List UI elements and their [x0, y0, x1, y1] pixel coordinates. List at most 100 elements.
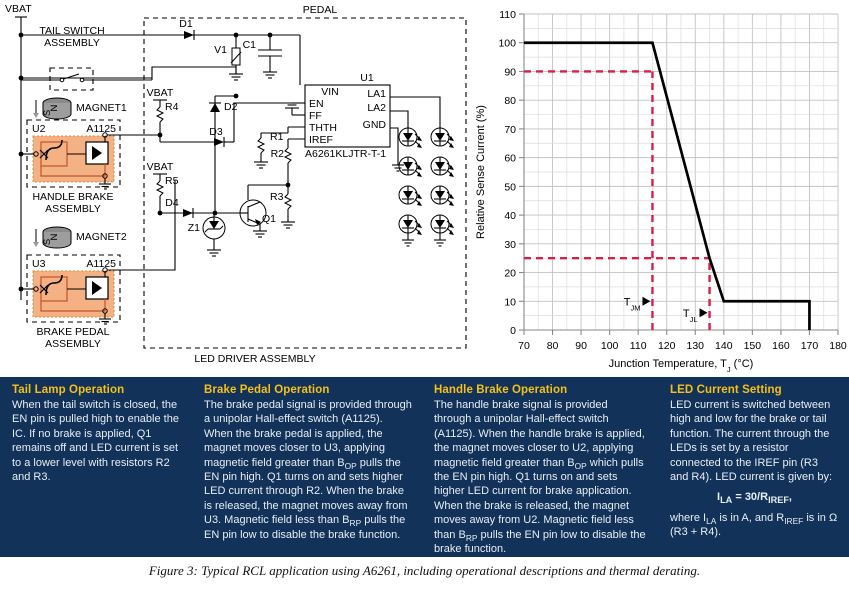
- desc-column-handle-brake: Handle Brake Operation The handle brake …: [422, 383, 658, 557]
- z1-label: Z1: [188, 222, 200, 234]
- x-tick-label-90: 90: [575, 340, 587, 352]
- thermal-derating-chart: 0 10 20 30 40 50 60 70 80 90 100 110 70 80 90 100 110 120…: [470, 0, 849, 372]
- x-axis-label: Junction Temperature, TJ (°C): [609, 358, 754, 372]
- y-tick-label-40: 40: [504, 210, 516, 222]
- u1-pin-ff: FF: [309, 110, 322, 122]
- magnet2-pole-s: S: [42, 239, 53, 245]
- tail-switch-label-1: TAIL SWITCH: [39, 25, 104, 37]
- x-tick-label-140: 140: [715, 340, 733, 352]
- led-driver-assembly-label: LED DRIVER ASSEMBLY: [194, 353, 315, 365]
- r4-label: R4: [165, 101, 179, 113]
- u3-ref-label: U3: [32, 258, 46, 270]
- c1-label: C1: [243, 39, 257, 51]
- d1-label: D1: [179, 18, 193, 30]
- u1-pin-thth: THTH: [309, 122, 337, 134]
- u1-ref-label: U1: [360, 72, 374, 84]
- y-tick-label-50: 50: [504, 181, 516, 193]
- eqn-1-sub: LA: [706, 515, 717, 526]
- y-tick-label-100: 100: [498, 38, 516, 50]
- u1-pin-en: EN: [309, 98, 324, 110]
- eqn-1: where I: [670, 511, 707, 524]
- hb-sub-rp: RP: [465, 532, 478, 543]
- x-tick-label-100: 100: [601, 340, 619, 352]
- r2-label: R2: [271, 148, 285, 160]
- circuit-diagram: PEDAL LED DRIVER ASSEMBLY VBAT D1 V1 C1 …: [0, 0, 470, 372]
- magnet1-label: MAGNET1: [76, 102, 127, 114]
- bp-sub-op: OP: [344, 460, 357, 471]
- y-tick-label-30: 30: [504, 239, 516, 251]
- d4-label: D4: [165, 197, 179, 209]
- u1-part-number: A6261KLJTR-T-1: [305, 148, 386, 160]
- eq-rhs-sub: IREF: [768, 495, 789, 506]
- brake-pedal-label-1: BRAKE PEDAL: [37, 326, 110, 338]
- handle-brake-label-2: ASSEMBLY: [45, 203, 101, 215]
- u3-part-label: A1125: [86, 258, 116, 270]
- desc-column-led-current: LED Current Setting LED current is switc…: [658, 383, 849, 557]
- vbat-r5-label: VBAT: [147, 161, 174, 173]
- r1-label: R1: [270, 131, 284, 143]
- desc-body-led-current: LED current is switched between high and…: [670, 399, 833, 484]
- x-tick-label-110: 110: [630, 340, 647, 352]
- figure-root: PEDAL LED DRIVER ASSEMBLY VBAT D1 V1 C1 …: [0, 0, 849, 590]
- brake-pedal-label-2: ASSEMBLY: [45, 338, 101, 350]
- desc-body-handle-brake: The handle brake signal is provided thro…: [434, 398, 648, 556]
- eq-tail: ,: [788, 491, 792, 504]
- u1-pin-vin: VIN: [321, 86, 339, 98]
- v1-label: V1: [214, 44, 227, 56]
- tail-switch-box: [49, 67, 94, 91]
- bp-sub-rp: RP: [349, 518, 362, 529]
- magnet2-label: MAGNET2: [76, 231, 127, 243]
- description-band: Tail Lamp Operation When the tail switch…: [0, 377, 849, 557]
- y-tick-label-70: 70: [504, 124, 516, 136]
- desc-column-brake-pedal: Brake Pedal Operation The brake pedal si…: [192, 383, 422, 557]
- desc-column-tail-lamp: Tail Lamp Operation When the tail switch…: [0, 383, 192, 557]
- u1-pin-gnd: GND: [363, 119, 387, 131]
- x-tick-label-150: 150: [744, 340, 762, 352]
- x-tick-label-80: 80: [547, 340, 559, 352]
- eq-lhs-sub: LA: [720, 495, 733, 506]
- y-tick-label-80: 80: [504, 95, 516, 107]
- led-array: [390, 96, 454, 247]
- led-current-equation-note: where ILA is in A, and RIREF is in Ω (R3…: [670, 511, 839, 540]
- r3-label: R3: [270, 191, 284, 203]
- tail-switch-label-2: ASSEMBLY: [44, 37, 100, 49]
- led-current-equation: ILA = 30/RIREF,: [670, 490, 839, 508]
- u1-pin-la1: LA1: [367, 88, 386, 100]
- desc-title-handle-brake: Handle Brake Operation: [434, 384, 568, 396]
- handle-brake-label-1: HANDLE BRAKE: [32, 191, 113, 203]
- eq-op: = 30/R: [732, 491, 769, 504]
- desc-body-brake-pedal: The brake pedal signal is provided throu…: [204, 398, 412, 542]
- y-tick-label-60: 60: [504, 153, 516, 165]
- y-tick-label-90: 90: [504, 66, 516, 78]
- eqn-2-sub: IREF: [784, 515, 804, 526]
- q1-label: Q1: [262, 213, 276, 225]
- x-tick-label-170: 170: [801, 340, 819, 352]
- y-tick-label-20: 20: [504, 268, 516, 280]
- magnet1-pole-s: S: [42, 110, 53, 116]
- x-tick-label-70: 70: [518, 340, 530, 352]
- u1-pin-la2: LA2: [367, 102, 386, 114]
- magnet1-symbol: N S: [33, 97, 72, 120]
- vbat-top-label: VBAT: [5, 3, 32, 15]
- r5-label: R5: [165, 175, 179, 187]
- desc-body-tail-lamp: When the tail switch is closed, the EN p…: [12, 399, 179, 484]
- magnet2-symbol: N S: [33, 226, 72, 249]
- u1-pin-iref: IREF: [309, 134, 333, 146]
- u2-part-label: A1125: [86, 123, 116, 135]
- x-tick-label-180: 180: [829, 340, 847, 352]
- x-tick-label-130: 130: [687, 340, 705, 352]
- desc-title-led-current: LED Current Setting: [670, 384, 782, 396]
- desc-title-brake-pedal: Brake Pedal Operation: [204, 384, 330, 396]
- y-tick-label-110: 110: [499, 9, 516, 21]
- vbat-r4-label: VBAT: [147, 87, 174, 99]
- x-tick-label-160: 160: [772, 340, 790, 352]
- y-tick-label-0: 0: [510, 325, 516, 337]
- y-tick-label-10: 10: [504, 296, 516, 308]
- u2-ref-label: U2: [32, 123, 46, 135]
- hb-sub-op: OP: [574, 460, 587, 471]
- pedal-label: PEDAL: [303, 4, 338, 16]
- x-tick-label-120: 120: [658, 340, 676, 352]
- y-axis-label: Relative Sense Current (%): [475, 105, 487, 239]
- eqn-2: is in A, and R: [716, 511, 785, 524]
- figure-caption: Figure 3: Typical RCL application using …: [148, 563, 701, 578]
